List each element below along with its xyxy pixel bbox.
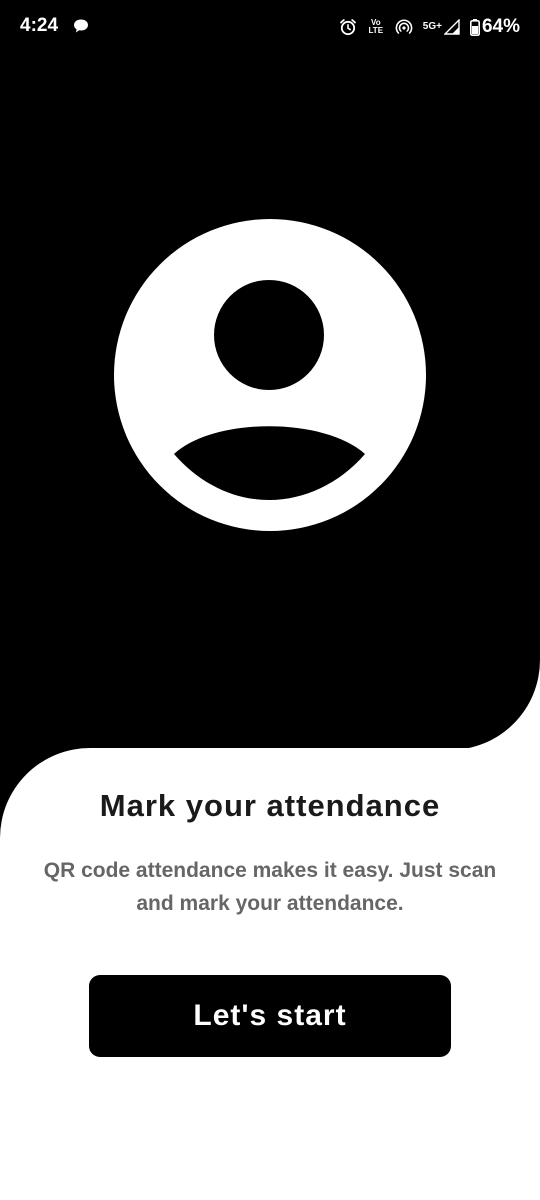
description-text: QR code attendance makes it easy. Just s…	[43, 859, 497, 915]
battery-percent: 64%	[481, 16, 520, 37]
hotspot-icon	[395, 19, 413, 34]
onboarding-screen: 4:24 Vo LTE 5G+ 64% Mark your attendance…	[0, 0, 540, 1200]
volte-bottom-label: LTE	[368, 26, 384, 35]
network-type-label: 5G+	[422, 21, 442, 32]
volte-icon: Vo LTE	[367, 17, 385, 37]
lets-start-button[interactable]: Let's start	[89, 975, 451, 1057]
signal-bars-icon	[443, 19, 460, 35]
page-title: Mark your attendance	[99, 788, 441, 823]
battery-icon	[469, 18, 480, 36]
user-avatar-icon	[114, 219, 426, 531]
message-icon	[74, 19, 88, 33]
alarm-icon	[339, 19, 356, 36]
signal-icon: 5G+	[423, 17, 460, 37]
status-bar: 4:24 Vo LTE 5G+ 64%	[0, 0, 540, 56]
status-time: 4:24	[20, 15, 59, 36]
status-icons: Vo LTE 5G+ 64%	[339, 15, 520, 39]
battery-status: 64%	[469, 16, 520, 37]
